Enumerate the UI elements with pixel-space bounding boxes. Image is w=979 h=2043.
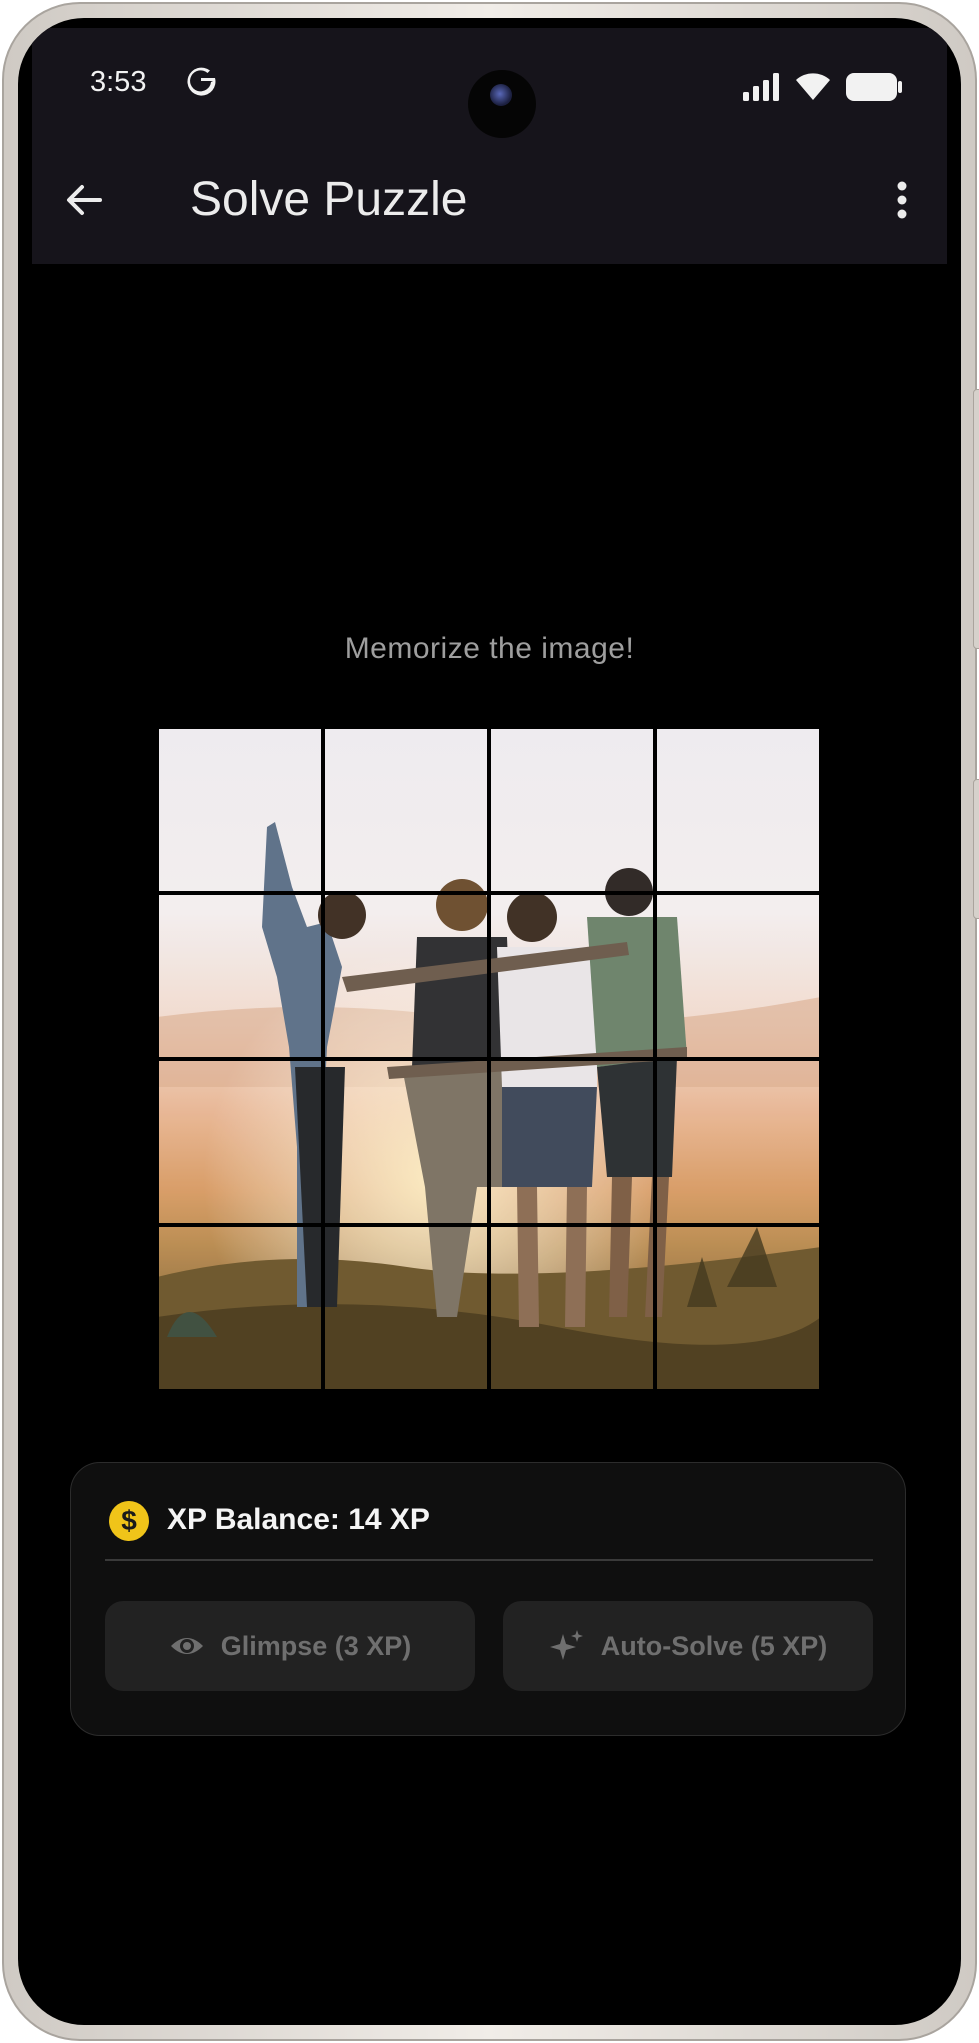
wifi-icon (795, 72, 831, 107)
phone-frame: 3:53 Solve Puzzle Memorize the image! $ … (2, 2, 979, 2041)
puzzle-tile[interactable] (655, 1059, 821, 1225)
xp-card: $ XP Balance: 14 XP Glimpse (3 XP) Auto-… (70, 1462, 906, 1736)
signal-icon (741, 72, 781, 107)
memorize-instruction: Memorize the image! (344, 632, 635, 665)
status-icons (741, 72, 903, 107)
glimpse-button[interactable]: Glimpse (3 XP) (105, 1601, 475, 1691)
puzzle-tile[interactable] (655, 727, 821, 893)
eye-icon (170, 1638, 203, 1654)
puzzle-tile[interactable] (157, 727, 323, 893)
screen: 3:53 Solve Puzzle Memorize the image! $ … (18, 18, 961, 2025)
status-bar: 3:53 (32, 28, 947, 138)
puzzle-tile[interactable] (489, 727, 655, 893)
puzzle-tile[interactable] (655, 893, 821, 1059)
auto-solve-label: Auto-Solve (5 XP) (600, 1630, 828, 1661)
puzzle-tile[interactable] (323, 1059, 489, 1225)
battery-icon (845, 72, 903, 107)
puzzle-board[interactable] (157, 727, 821, 1391)
sparkle-icon (549, 1630, 583, 1660)
coin-icon: $ (109, 1501, 149, 1541)
puzzle-tile[interactable] (157, 1059, 323, 1225)
google-icon (184, 64, 218, 98)
puzzle-grid (157, 727, 821, 1391)
puzzle-tile[interactable] (323, 893, 489, 1059)
front-camera (468, 70, 536, 138)
app-bar: Solve Puzzle (32, 138, 947, 264)
puzzle-tile[interactable] (655, 1225, 821, 1391)
glimpse-label: Glimpse (3 XP) (220, 1630, 412, 1661)
divider (105, 1559, 873, 1561)
puzzle-tile[interactable] (489, 1225, 655, 1391)
puzzle-tile[interactable] (157, 1225, 323, 1391)
status-time: 3:53 (90, 66, 147, 98)
volume-button (973, 779, 979, 919)
page-title: Solve Puzzle (190, 173, 468, 226)
power-button (973, 389, 979, 649)
puzzle-tile[interactable] (323, 727, 489, 893)
auto-solve-button[interactable]: Auto-Solve (5 XP) (503, 1601, 873, 1691)
puzzle-tile[interactable] (157, 893, 323, 1059)
xp-balance: XP Balance: 14 XP (167, 1503, 430, 1536)
more-options-icon[interactable] (887, 176, 917, 224)
puzzle-tile[interactable] (489, 893, 655, 1059)
puzzle-tile[interactable] (489, 1059, 655, 1225)
back-arrow-icon[interactable] (60, 176, 108, 224)
puzzle-tile[interactable] (323, 1225, 489, 1391)
